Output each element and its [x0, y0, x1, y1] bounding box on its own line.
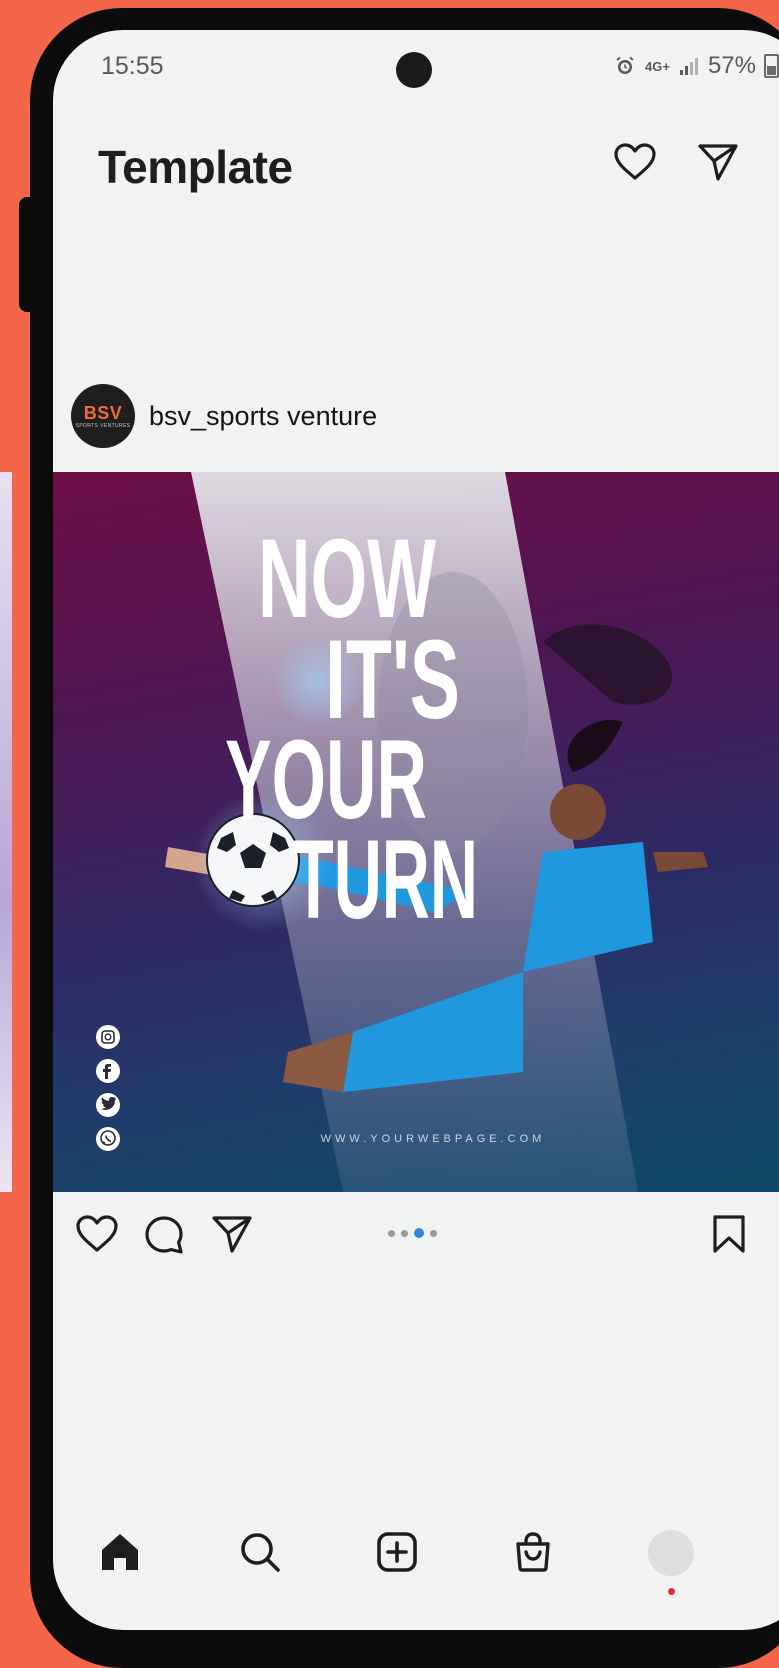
shop-icon[interactable]	[511, 1530, 555, 1579]
instagram-icon	[96, 1025, 120, 1049]
alarm-icon	[613, 54, 637, 78]
signal-icon	[678, 55, 700, 77]
carousel-dot	[430, 1229, 437, 1237]
page-title: Template	[98, 141, 293, 193]
header-actions	[613, 142, 739, 187]
profile-avatar-circle[interactable]	[648, 1530, 694, 1576]
send-icon[interactable]	[697, 142, 739, 187]
home-icon[interactable]	[98, 1530, 142, 1579]
phone-screen: 15:55 4G+ 57% Template BSV SPORTS VENTUR…	[53, 30, 779, 1630]
bookmark-icon[interactable]	[711, 1214, 747, 1259]
like-icon[interactable]	[75, 1214, 119, 1259]
brand-logo-text: BSV	[83, 402, 123, 423]
heart-icon[interactable]	[613, 142, 657, 187]
whatsapp-icon	[96, 1127, 120, 1151]
twitter-icon	[96, 1093, 120, 1117]
carousel-dot-active	[414, 1228, 424, 1238]
notification-dot	[668, 1588, 675, 1595]
carousel-indicator	[388, 1228, 437, 1238]
post-image[interactable]: NOW IT'S YOUR TURN WWW.YOURWEBPAGE.COM	[53, 472, 779, 1192]
post-actions	[53, 1202, 779, 1272]
network-type: 4G+	[645, 58, 670, 74]
battery-percent: 57%	[707, 52, 756, 79]
website-text: WWW.YOURWEBPAGE.COM	[321, 1133, 546, 1145]
profile-avatar[interactable]	[648, 1530, 694, 1595]
status-indicators: 4G+ 57%	[613, 52, 779, 80]
headline-line-4: TURN	[293, 817, 478, 942]
post-header[interactable]: BSV SPORTS VENTURES bsv_sports venture	[71, 383, 377, 449]
front-camera	[396, 52, 432, 88]
battery-icon	[764, 54, 779, 78]
status-time: 15:55	[101, 52, 164, 80]
post-username[interactable]: bsv_sports venture	[149, 401, 377, 432]
bottom-nav	[53, 1530, 779, 1610]
facebook-icon	[96, 1059, 120, 1083]
status-bar: 15:55 4G+ 57%	[53, 30, 779, 100]
share-icon[interactable]	[211, 1214, 253, 1259]
avatar[interactable]: BSV SPORTS VENTURES	[71, 384, 135, 448]
background-card	[0, 472, 12, 1192]
carousel-dot	[388, 1229, 395, 1237]
create-icon[interactable]	[375, 1530, 419, 1579]
brand-logo-subtitle: SPORTS VENTURES	[75, 422, 131, 429]
carousel-dot	[401, 1229, 408, 1237]
comment-icon[interactable]	[143, 1214, 185, 1261]
search-icon[interactable]	[238, 1530, 282, 1579]
